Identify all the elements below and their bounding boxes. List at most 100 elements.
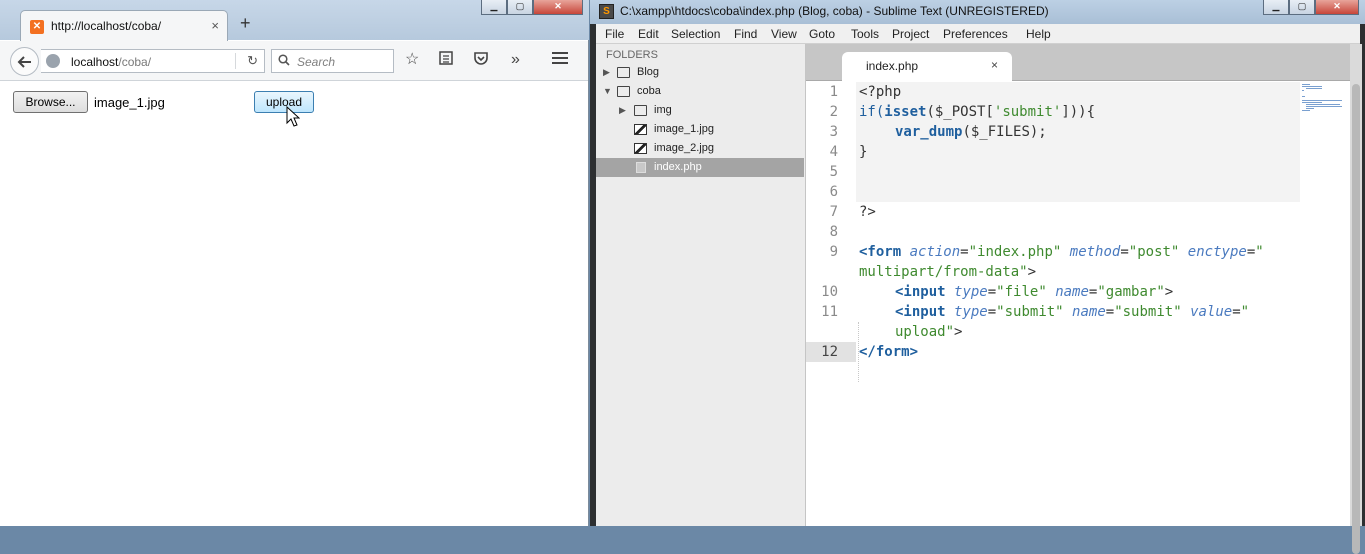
code-token: var_dump xyxy=(895,124,963,140)
upload-button[interactable]: upload xyxy=(254,91,314,113)
code-token: = xyxy=(1120,244,1129,260)
back-arrow-icon xyxy=(17,56,31,68)
editor-tab-bar: index.php × xyxy=(806,44,1362,81)
url-host: localhost xyxy=(71,55,119,69)
code-line-7[interactable]: ?> xyxy=(859,202,876,222)
window-title: C:\xampp\htdocs\coba\index.php (Blog, co… xyxy=(620,4,1049,18)
code-token: = xyxy=(960,244,969,260)
code-token: value xyxy=(1190,304,1233,320)
tree-item-label: image_2.jpg xyxy=(654,142,714,154)
code-token: "gambar" xyxy=(1097,284,1165,300)
document-file-icon xyxy=(636,162,646,173)
search-icon xyxy=(278,54,290,69)
line-number: 2 xyxy=(829,104,838,120)
reload-icon[interactable]: ↻ xyxy=(247,53,258,69)
maximize-button[interactable]: ▢ xyxy=(507,0,533,15)
bookmark-star-icon[interactable]: ☆ xyxy=(405,50,419,70)
line-number: 11 xyxy=(821,304,838,320)
tree-item-img[interactable]: ▶ img xyxy=(596,101,804,120)
close-window-button[interactable]: ✕ xyxy=(533,0,583,15)
code-token: > xyxy=(1027,264,1037,280)
hamburger-menu-icon[interactable] xyxy=(551,50,569,72)
code-token: name xyxy=(1072,304,1106,320)
code-token: <input xyxy=(895,284,946,300)
st-minimize-button[interactable]: ▁ xyxy=(1263,0,1289,15)
browse-button[interactable]: Browse... xyxy=(13,91,88,113)
code-line-10[interactable]: <input type="file" name="gambar"> xyxy=(895,282,1173,302)
code-line-2[interactable]: if(isset($_POST['submit'])){ xyxy=(859,102,1095,122)
firefox-window: ▁ ▢ ✕ ✕ http://localhost/coba/ × + local… xyxy=(0,0,589,526)
reading-list-icon[interactable] xyxy=(438,50,454,72)
st-maximize-button[interactable]: ▢ xyxy=(1289,0,1315,15)
tree-item-image-2[interactable]: image_2.jpg xyxy=(596,139,804,158)
code-token: multipart/from-data" xyxy=(859,264,1028,280)
current-line-number: 12 xyxy=(821,344,838,360)
sublime-titlebar: S C:\xampp\htdocs\coba\index.php (Blog, … xyxy=(590,0,1365,24)
code-token: upload" xyxy=(895,324,955,340)
url-bar[interactable]: localhost/coba/ ↻ xyxy=(41,49,265,73)
code-token: enctype xyxy=(1187,244,1247,260)
mouse-cursor-icon xyxy=(286,106,300,127)
code-line-3[interactable]: var_dump($_FILES); xyxy=(895,122,1047,142)
code-token: = xyxy=(987,284,997,300)
back-button[interactable] xyxy=(10,47,39,76)
page-content: Browse... image_1.jpg upload xyxy=(0,82,588,526)
menu-file[interactable]: File xyxy=(605,27,624,41)
code-token: = xyxy=(1246,244,1256,260)
editor-tab-title: index.php xyxy=(866,59,919,73)
vertical-scrollbar[interactable] xyxy=(1350,44,1362,554)
code-token: = xyxy=(1105,304,1115,320)
collapsed-arrow-icon[interactable]: ▶ xyxy=(619,101,626,120)
menu-goto[interactable]: Goto xyxy=(809,27,835,41)
minimap[interactable] xyxy=(1300,82,1350,122)
tree-item-blog[interactable]: ▶ Blog xyxy=(596,63,804,82)
minimize-button[interactable]: ▁ xyxy=(481,0,507,15)
code-token: " xyxy=(1255,244,1264,260)
menu-selection[interactable]: Selection xyxy=(671,27,720,41)
code-line-11-wrap[interactable]: upload"> xyxy=(895,322,962,342)
code-line-9-wrap[interactable]: multipart/from-data"> xyxy=(859,262,1036,282)
editor-pane[interactable]: index.php × 1 2 3 4 5 6 7 8 9 10 11 12 <… xyxy=(806,44,1362,526)
menu-tools[interactable]: Tools xyxy=(851,27,879,41)
browser-tab[interactable]: ✕ http://localhost/coba/ × xyxy=(20,10,228,42)
code-token: " xyxy=(1240,304,1250,320)
editor-tab-index-php[interactable]: index.php × xyxy=(842,52,1012,81)
st-close-window-button[interactable]: ✕ xyxy=(1315,0,1359,15)
code-token: } xyxy=(859,144,868,160)
pocket-icon[interactable] xyxy=(473,50,489,72)
search-box[interactable]: Search xyxy=(271,49,394,73)
tab-close-icon[interactable]: × xyxy=(211,18,219,33)
tab-close-icon[interactable]: × xyxy=(991,58,998,72)
line-number: 8 xyxy=(829,224,838,240)
code-token: > xyxy=(1164,284,1174,300)
menu-preferences[interactable]: Preferences xyxy=(943,27,1008,41)
code-line-1[interactable]: <?php xyxy=(859,82,901,102)
code-line-11[interactable]: <input type="submit" name="submit" value… xyxy=(895,302,1249,322)
menu-find[interactable]: Find xyxy=(734,27,757,41)
menu-project[interactable]: Project xyxy=(892,27,929,41)
folders-header: FOLDERS xyxy=(606,49,658,61)
sublime-window: S C:\xampp\htdocs\coba\index.php (Blog, … xyxy=(590,0,1365,554)
menu-edit[interactable]: Edit xyxy=(638,27,659,41)
code-token: action xyxy=(909,244,961,260)
tree-item-index-php[interactable]: index.php xyxy=(596,158,804,177)
tree-item-coba[interactable]: ▼ coba xyxy=(596,82,804,101)
overflow-chevron-icon[interactable]: » xyxy=(511,50,520,70)
tree-item-image-1[interactable]: image_1.jpg xyxy=(596,120,804,139)
url-text[interactable]: localhost/coba/ xyxy=(71,55,151,69)
new-tab-button[interactable]: + xyxy=(240,14,251,32)
code-line-4[interactable]: } xyxy=(859,142,867,162)
expanded-arrow-icon[interactable]: ▼ xyxy=(603,82,612,101)
menu-view[interactable]: View xyxy=(771,27,797,41)
image-file-icon xyxy=(634,124,647,135)
line-number: 7 xyxy=(829,204,838,220)
menu-help[interactable]: Help xyxy=(1026,27,1051,41)
open-folder-icon xyxy=(617,86,630,97)
collapsed-arrow-icon[interactable]: ▶ xyxy=(603,63,610,82)
code-line-9[interactable]: <form action="index.php" method="post" e… xyxy=(859,242,1264,262)
code-highlight-region xyxy=(856,82,1300,202)
search-placeholder: Search xyxy=(297,55,336,69)
scrollbar-thumb[interactable] xyxy=(1352,84,1360,554)
sublime-app-icon: S xyxy=(599,4,614,19)
code-line-12[interactable]: </form> xyxy=(859,342,918,362)
